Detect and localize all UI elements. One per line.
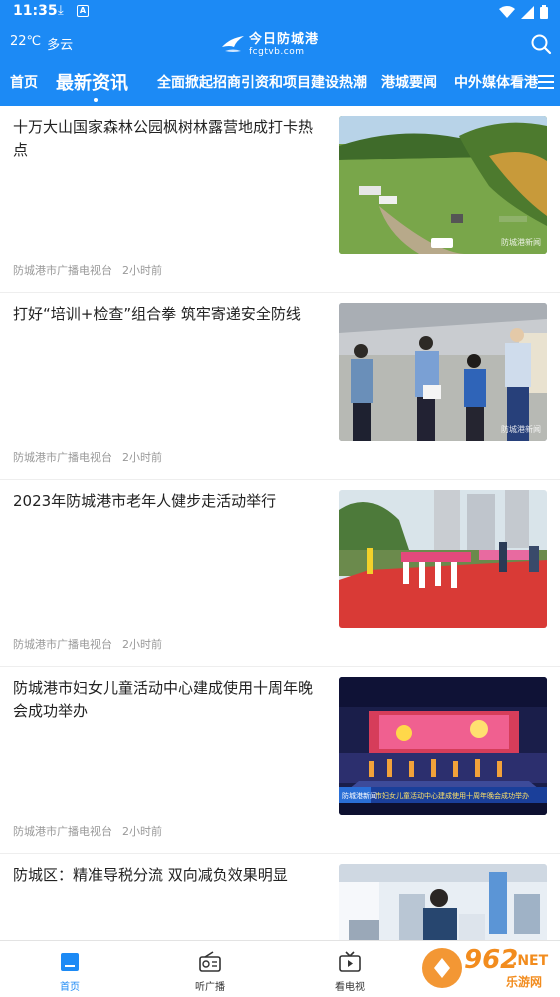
- nav-tv[interactable]: 看电视: [280, 941, 420, 997]
- tab-investment[interactable]: 全面掀起招商引资和项目建设热潮: [157, 72, 367, 92]
- battery-icon: [540, 5, 548, 19]
- tab-latest-news[interactable]: 最新资讯: [56, 69, 128, 95]
- news-time: 2小时前: [122, 825, 162, 838]
- news-thumbnail: 防城港新闻 市妇女儿童活动中心建成使用十周年晚会成功举办: [339, 677, 547, 815]
- active-tab-indicator: [94, 98, 98, 102]
- nav-label: 首页: [60, 982, 80, 993]
- weather-desc: 多云: [47, 38, 74, 53]
- watermark-number: 962: [464, 945, 519, 975]
- tab-home[interactable]: 首页: [10, 72, 38, 92]
- nav-label: 看电视: [335, 982, 365, 993]
- news-title: 防城区：精准导税分流 双向减负效果明显: [13, 866, 288, 884]
- nav-label: 听广播: [195, 982, 225, 993]
- news-time: 2小时前: [122, 638, 162, 651]
- site-watermark: 962 .NET 乐游网: [420, 945, 556, 991]
- weather-temp: 22℃: [10, 34, 42, 49]
- news-feed: 十万大山国家森林公园枫树林露营地成打卡热点 防城港新闻 防城港市广播电视台 2小…: [0, 106, 560, 940]
- news-thumbnail: 防城港新闻: [339, 116, 547, 254]
- news-title: 十万大山国家森林公园枫树林露营地成打卡热点: [13, 118, 314, 159]
- status-icons: [499, 4, 548, 20]
- thumb-watermark: 防城港新闻: [501, 238, 541, 247]
- menu-icon[interactable]: [538, 74, 554, 90]
- logo-title: 今日防城港: [249, 32, 320, 47]
- news-thumbnail: [339, 864, 547, 940]
- news-meta: 防城港市广播电视台 2小时前: [13, 823, 162, 839]
- news-title: 防城港市妇女儿童活动中心建成使用十周年晚会成功举办: [13, 679, 314, 720]
- a-notification-icon: A: [77, 5, 89, 17]
- status-bar: 11:35 ⤓ A: [0, 0, 560, 26]
- news-item[interactable]: 防城区：精准导税分流 双向减负效果明显: [0, 854, 560, 940]
- news-thumbnail: [339, 490, 547, 628]
- news-meta: 防城港市广播电视台 2小时前: [13, 262, 162, 278]
- weather: 22℃ 多云: [10, 34, 73, 53]
- tab-city-news[interactable]: 港城要闻: [381, 72, 437, 92]
- news-source: 防城港市广播电视台: [13, 638, 112, 651]
- news-thumbnail: 防城港新闻: [339, 303, 547, 441]
- nav-home[interactable]: 首页: [0, 941, 140, 997]
- tab-media[interactable]: 中外媒体看港: [454, 72, 538, 92]
- thumb-caption: 市妇女儿童活动中心建成使用十周年晚会成功举办: [375, 792, 529, 800]
- radio-icon: [199, 951, 221, 972]
- news-source: 防城港市广播电视台: [13, 264, 112, 277]
- news-meta: 防城港市广播电视台 2小时前: [13, 636, 162, 652]
- news-title: 2023年防城港市老年人健步走活动举行: [13, 492, 277, 510]
- category-tabs: 首页 最新资讯 全面掀起招商引资和项目建设热潮 港城要闻 中外媒体看港: [0, 62, 560, 106]
- tv-icon: [339, 951, 361, 972]
- news-meta: 防城港市广播电视台 2小时前: [13, 449, 162, 465]
- news-source: 防城港市广播电视台: [13, 451, 112, 464]
- top-bar: 22℃ 多云 今日防城港 fcgtvb.com: [0, 26, 560, 62]
- news-time: 2小时前: [122, 264, 162, 277]
- news-item[interactable]: 打好“培训+检查”组合拳 筑牢寄递安全防线 防城港新闻 防城港市广播电视台 2小…: [0, 293, 560, 480]
- news-item[interactable]: 十万大山国家森林公园枫树林露营地成打卡热点 防城港新闻 防城港市广播电视台 2小…: [0, 106, 560, 293]
- thumb-tag: 防城港新闻: [342, 792, 377, 800]
- watermark-sub: 乐游网: [506, 975, 543, 989]
- signal-icon: [521, 5, 534, 19]
- wifi-icon: [499, 5, 515, 18]
- thumb-watermark: 防城港新闻: [501, 425, 541, 434]
- news-time: 2小时前: [122, 451, 162, 464]
- app-header: 11:35 ⤓ A 22℃ 多云 今日防城港 fcgtvb.com 首页 最新资…: [0, 0, 560, 106]
- news-source: 防城港市广播电视台: [13, 825, 112, 838]
- app-logo: 今日防城港 fcgtvb.com: [221, 30, 333, 60]
- status-time: 11:35: [13, 3, 58, 19]
- news-item[interactable]: 2023年防城港市老年人健步走活动举行 防城港市广播电视台 2小时前: [0, 480, 560, 667]
- nav-radio[interactable]: 听广播: [140, 941, 280, 997]
- logo-bird-icon: [222, 36, 244, 52]
- logo-subtitle: fcgtvb.com: [249, 47, 305, 57]
- news-item[interactable]: 防城港市妇女儿童活动中心建成使用十周年晚会成功举办 防城港新闻 市妇女儿童活动中…: [0, 667, 560, 854]
- search-icon[interactable]: [530, 33, 552, 55]
- home-icon: [61, 953, 79, 971]
- watermark-suffix: .NET: [512, 953, 549, 969]
- news-title: 打好“培训+检查”组合拳 筑牢寄递安全防线: [13, 305, 301, 323]
- download-icon: ⤓: [58, 3, 64, 18]
